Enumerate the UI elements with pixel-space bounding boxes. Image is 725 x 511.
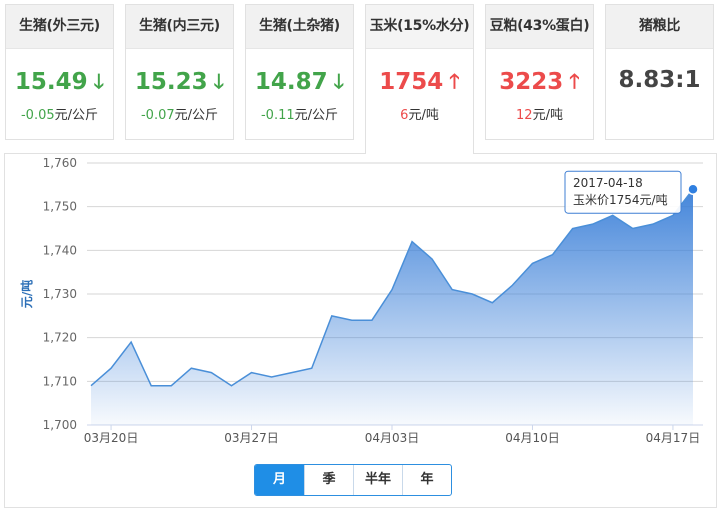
data-point: [310, 366, 314, 370]
data-point: [410, 240, 414, 244]
change-value: -0.11: [260, 108, 295, 123]
data-point: [189, 366, 193, 370]
change-unit: 元/吨: [408, 108, 439, 123]
data-point: [229, 384, 233, 388]
price-value: 15.49: [14, 69, 88, 95]
data-point: [631, 227, 635, 231]
change-unit: 元/公斤: [174, 108, 219, 123]
price-value: 1754: [379, 69, 444, 95]
data-point: [129, 340, 133, 344]
y-tick-label: 1,740: [43, 243, 77, 257]
data-point: [250, 371, 254, 375]
price-card-corn[interactable]: 玉米(15%水分) 1754 🡑 6元/吨: [365, 4, 474, 154]
y-tick-label: 1,750: [43, 200, 77, 214]
x-tick-label: 04月03日: [365, 431, 420, 445]
data-point: [370, 318, 374, 322]
data-point: [611, 213, 615, 217]
x-tick-label: 04月10日: [505, 431, 560, 445]
y-tick-label: 1,710: [43, 374, 77, 388]
data-point: [470, 292, 474, 296]
price-chart: 1,700 1,710 1,720 1,730 1,740 1,750 1,760 元/吨 03…: [19, 156, 703, 445]
data-point: [270, 375, 274, 379]
data-point: [591, 222, 595, 226]
price-chart-panel: 1,700 1,710 1,720 1,730 1,740 1,750 1,760 元/吨 03…: [4, 153, 717, 508]
card-title: 生猪(内三元): [126, 5, 233, 49]
data-point: [450, 288, 454, 292]
card-title: 生猪(土杂猪): [246, 5, 353, 49]
price-card-soybean-meal[interactable]: 豆粕(43%蛋白) 3223 🡑 12元/吨: [485, 4, 594, 140]
data-point: [671, 213, 675, 217]
price-card-pig-outer-three[interactable]: 生猪(外三元) 15.49 🡓 -0.05元/公斤: [5, 4, 114, 140]
data-point: [430, 257, 434, 261]
data-point: [330, 314, 334, 318]
y-axis-title: 元/吨: [19, 280, 34, 308]
data-point: [571, 227, 575, 231]
data-point: [530, 261, 534, 265]
y-tick-label: 1,720: [43, 331, 77, 345]
arrow-up-icon: 🡑: [569, 69, 580, 93]
arrow-down-icon: 🡓: [213, 69, 225, 93]
tab-year[interactable]: 年: [402, 465, 451, 495]
tab-half-year[interactable]: 半年: [353, 465, 402, 495]
card-change: -0.05元/公斤: [6, 104, 113, 123]
data-point: [490, 301, 494, 305]
change-unit: 元/公斤: [294, 108, 339, 123]
card-change: -0.11元/公斤: [246, 104, 353, 123]
card-price: 3223 🡑: [486, 67, 593, 101]
change-unit: 元/公斤: [54, 108, 99, 123]
price-cards: 生猪(外三元) 15.49 🡓 -0.05元/公斤 生猪(内三元) 15.23 🡓 …: [5, 4, 717, 154]
card-price: 15.49 🡓: [6, 67, 113, 101]
data-point: [651, 222, 655, 226]
card-change: -0.07元/公斤: [126, 104, 233, 123]
price-value: 14.87: [254, 69, 328, 95]
data-point: [209, 371, 213, 375]
card-price: 1754 🡑: [366, 67, 473, 101]
data-point: [350, 318, 354, 322]
price-value: 3223: [499, 69, 564, 95]
data-point: [510, 283, 514, 287]
change-value: -0.05: [20, 108, 55, 123]
data-point: [687, 183, 699, 195]
data-point: [149, 384, 153, 388]
data-point: [390, 288, 394, 292]
tab-month[interactable]: 月: [255, 465, 304, 495]
tooltip-value: 玉米价1754元/吨: [573, 193, 668, 207]
price-value: 8.83:1: [618, 67, 701, 93]
y-tick-label: 1,700: [43, 418, 77, 432]
card-title: 豆粕(43%蛋白): [486, 5, 593, 49]
price-value: 15.23: [134, 69, 208, 95]
x-tick-label: 03月27日: [224, 431, 279, 445]
x-tick-label: 04月17日: [646, 431, 701, 445]
price-card-pig-local[interactable]: 生猪(土杂猪) 14.87 🡓 -0.11元/公斤: [245, 4, 354, 140]
data-point: [551, 253, 555, 257]
x-tick-label: 03月20日: [84, 431, 139, 445]
card-title: 生猪(外三元): [6, 5, 113, 49]
card-change: 6元/吨: [366, 104, 473, 123]
data-point: [89, 384, 93, 388]
arrow-down-icon: 🡓: [333, 69, 345, 93]
data-point: [109, 366, 113, 370]
y-tick-label: 1,760: [43, 156, 77, 170]
range-tabs: 月 季 半年 年: [254, 464, 452, 496]
card-price: 8.83:1: [606, 67, 713, 93]
change-value: 12: [516, 108, 533, 123]
tooltip-date: 2017-04-18: [573, 176, 643, 190]
data-point: [169, 384, 173, 388]
change-unit: 元/吨: [532, 108, 563, 123]
series-area: [91, 189, 693, 425]
y-tick-label: 1,730: [43, 287, 77, 301]
data-point: [290, 371, 294, 375]
tab-quarter[interactable]: 季: [304, 465, 353, 495]
change-value: -0.07: [140, 108, 175, 123]
card-price: 14.87 🡓: [246, 67, 353, 101]
card-title: 猪粮比: [606, 5, 713, 49]
card-title: 玉米(15%水分): [366, 5, 473, 49]
price-card-pig-inner-three[interactable]: 生猪(内三元) 15.23 🡓 -0.07元/公斤: [125, 4, 234, 140]
card-price: 15.23 🡓: [126, 67, 233, 101]
price-card-pig-grain-ratio[interactable]: 猪粮比 8.83:1: [605, 4, 714, 140]
arrow-down-icon: 🡓: [93, 69, 105, 93]
arrow-up-icon: 🡑: [449, 69, 460, 93]
card-change: 12元/吨: [486, 104, 593, 123]
